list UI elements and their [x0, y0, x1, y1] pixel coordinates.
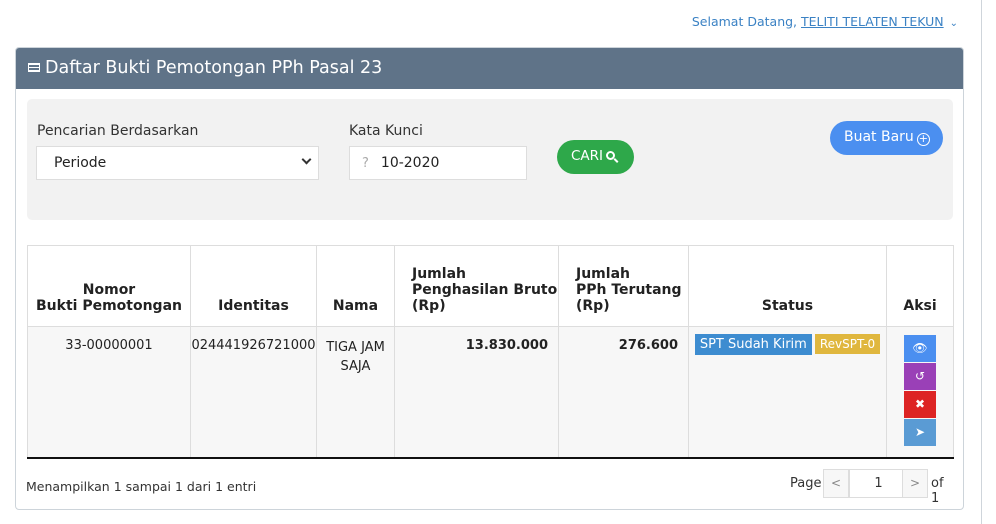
eye-icon: 👁	[912, 341, 928, 355]
prev-page-button[interactable]: <	[823, 469, 849, 498]
col-identitas: Identitas	[190, 245, 317, 327]
revise-button[interactable]: ↺	[904, 363, 936, 390]
keyword-label: Kata Kunci	[349, 123, 423, 139]
col-nama: Nama	[316, 245, 395, 327]
search-icon	[606, 151, 616, 160]
paper-plane-icon: ➤	[914, 425, 926, 439]
table-row: 33-00000001 024441926721000 TIGA JAM SAJ…	[27, 326, 954, 459]
user-name-link[interactable]: TELITI TELATEN TEKUN	[801, 14, 944, 29]
cell-identitas: 024441926721000	[190, 326, 317, 459]
search-button-label: CARI	[571, 148, 604, 164]
table-info: Menampilkan 1 sampai 1 dari 1 entri	[26, 479, 257, 494]
keyword-value: 10-2020	[380, 155, 440, 171]
search-by-value: Periode	[54, 155, 107, 171]
next-page-button[interactable]: >	[902, 469, 928, 498]
list-icon	[28, 63, 40, 72]
col-status: Status	[688, 245, 887, 327]
cell-nomor: 33-00000001	[27, 326, 191, 459]
times-icon: ✖	[914, 397, 926, 411]
page-divider	[981, 0, 982, 524]
page-label: Page	[790, 476, 822, 491]
cell-nama: TIGA JAM SAJA	[316, 326, 395, 459]
main-panel: Daftar Bukti Pemotongan PPh Pasal 23 Pen…	[15, 47, 964, 510]
chevron-down-icon	[301, 154, 312, 165]
page-number-input[interactable]: 1	[849, 469, 908, 498]
search-by-label: Pencarian Berdasarkan	[37, 123, 199, 139]
cell-status: SPT Sudah Kirim RevSPT-0	[688, 326, 887, 459]
panel-header: Daftar Bukti Pemotongan PPh Pasal 23	[16, 48, 963, 89]
page-total-label: of 1	[931, 476, 944, 506]
table-header-row: Nomor Bukti Pemotongan Identitas Nama Ju…	[27, 245, 954, 327]
delete-button[interactable]: ✖	[904, 391, 936, 418]
create-new-button[interactable]: Buat Baru +	[830, 121, 943, 155]
question-icon: ?	[362, 156, 369, 171]
keyword-input[interactable]: ? 10-2020	[349, 146, 527, 180]
view-button[interactable]: 👁	[904, 335, 936, 362]
status-badge-revision: RevSPT-0	[814, 334, 881, 354]
send-button[interactable]: ➤	[904, 419, 936, 446]
search-button[interactable]: CARI	[557, 140, 634, 174]
user-menu[interactable]: Selamat Datang, TELITI TELATEN TEKUN ⌄	[692, 14, 958, 29]
cell-bruto: 13.830.000	[394, 326, 559, 459]
search-by-select[interactable]: Periode	[36, 146, 319, 180]
cell-actions: 👁 ↺ ✖ ➤	[886, 326, 954, 459]
greeting-text: Selamat Datang,	[691, 14, 801, 29]
col-bruto: Jumlah Penghasilan Bruto (Rp)	[394, 245, 559, 327]
col-nomor: Nomor Bukti Pemotongan	[27, 245, 191, 327]
create-new-label: Buat Baru	[844, 129, 914, 145]
status-badge-sent: SPT Sudah Kirim	[694, 334, 812, 355]
undo-icon: ↺	[914, 369, 926, 383]
col-pph: Jumlah PPh Terutang (Rp)	[558, 245, 689, 327]
withholding-table: Nomor Bukti Pemotongan Identitas Nama Ju…	[27, 245, 954, 459]
col-aksi: Aksi	[886, 245, 954, 327]
chevron-down-icon[interactable]: ⌄	[950, 18, 958, 29]
search-form: Pencarian Berdasarkan Periode Kata Kunci…	[27, 99, 953, 220]
panel-title: Daftar Bukti Pemotongan PPh Pasal 23	[45, 58, 383, 78]
top-bar: Selamat Datang, TELITI TELATEN TEKUN ⌄	[0, 0, 996, 44]
plus-circle-icon: +	[916, 132, 930, 146]
cell-pph: 276.600	[558, 326, 689, 459]
